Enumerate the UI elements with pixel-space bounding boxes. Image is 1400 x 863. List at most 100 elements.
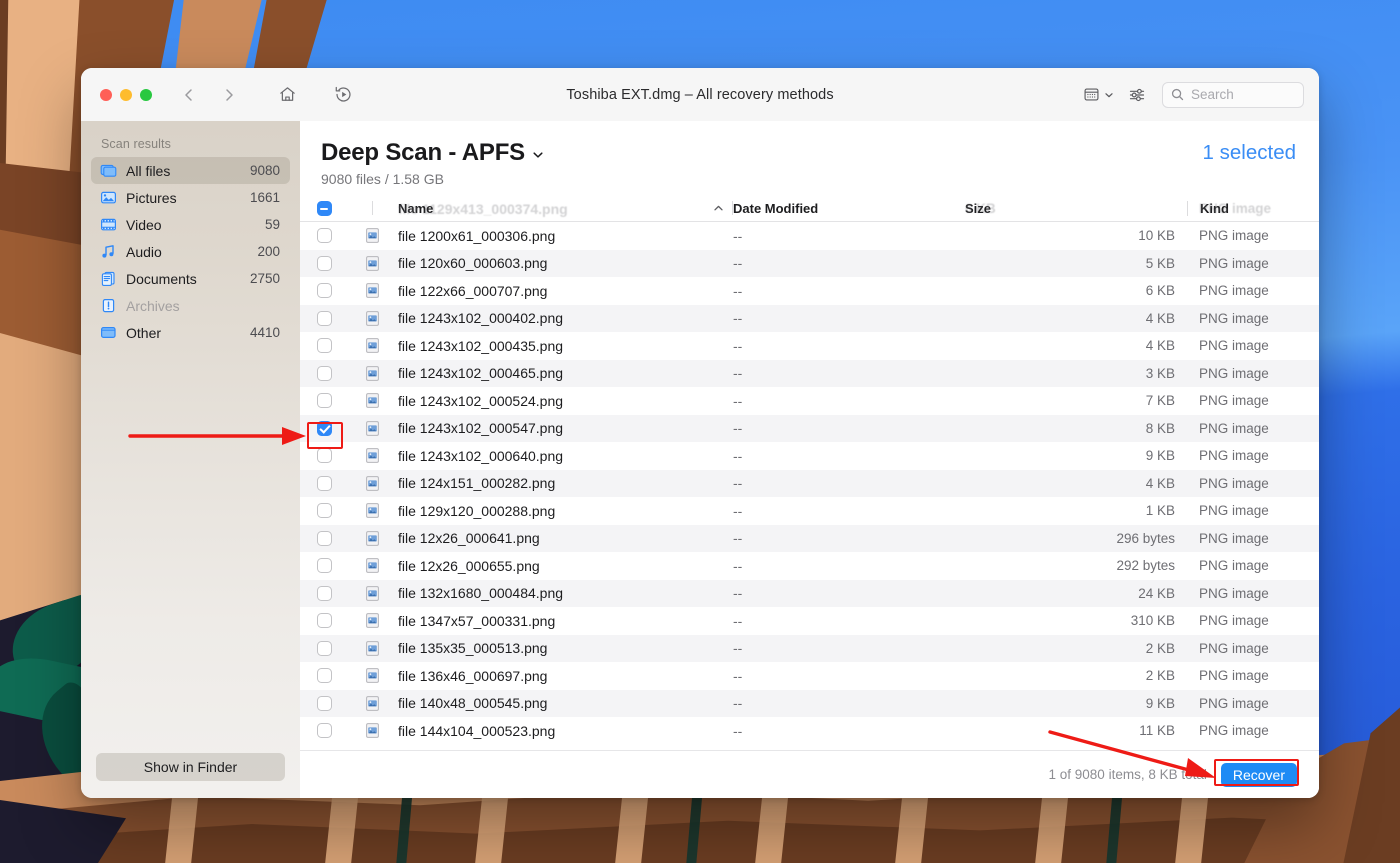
checkbox-unchecked-icon — [316, 283, 332, 299]
row-checkbox[interactable] — [300, 503, 348, 519]
sidebar-item-label: Audio — [126, 243, 162, 260]
row-checkbox[interactable] — [300, 338, 348, 354]
sidebar-item-video[interactable]: Video 59 — [91, 211, 290, 238]
row-checkbox[interactable] — [300, 310, 348, 326]
column-header-name[interactable]: Name — [396, 201, 733, 216]
png-file-icon — [348, 723, 396, 739]
table-row[interactable]: file 1200x61_000306.png -- 10 KB PNG image — [300, 222, 1319, 250]
sidebar-item-documents[interactable]: Documents 2750 — [91, 265, 290, 292]
table-row[interactable]: file 1243x102_000524.png -- 7 KB PNG image — [300, 387, 1319, 415]
sidebar-item-count: 59 — [264, 217, 280, 232]
table-row[interactable]: file 12x26_000641.png -- 296 bytes PNG imag… — [300, 524, 1319, 552]
row-size: 8 KB — [1145, 420, 1175, 436]
row-checkbox[interactable] — [300, 530, 348, 546]
table-row[interactable]: file 136x46_000697.png -- 2 KB PNG image — [300, 662, 1319, 690]
row-file-name: file 135x35_000513.png — [398, 640, 548, 657]
table-row[interactable]: file 1243x102_000435.png -- 4 KB PNG image — [300, 332, 1319, 360]
row-checkbox[interactable] — [300, 393, 348, 409]
recover-button[interactable]: Recover — [1220, 762, 1297, 787]
close-button[interactable] — [100, 88, 112, 101]
row-date-modified: -- — [733, 310, 743, 327]
row-checkbox[interactable] — [300, 668, 348, 684]
zoom-button[interactable] — [140, 88, 152, 101]
sidebar-item-audio[interactable]: Audio 200 — [91, 238, 290, 265]
table-row[interactable]: file 1243x102_000640.png -- 9 KB PNG image — [300, 442, 1319, 470]
chevron-down-icon — [1105, 92, 1113, 97]
scan-title-row[interactable]: Deep Scan - APFS — [321, 139, 544, 167]
column-header-size[interactable]: Size — [955, 201, 1187, 216]
filter-sliders-icon[interactable] — [1120, 86, 1154, 104]
row-kind: PNG image — [1199, 393, 1269, 409]
row-checkbox[interactable] — [300, 365, 348, 381]
table-row[interactable]: file 120x60_000603.png -- 5 KB PNG image — [300, 249, 1319, 277]
table-row[interactable]: file 1243x102_000465.png -- 3 KB PNG image — [300, 359, 1319, 387]
table-row[interactable]: file 124x151_000282.png -- 4 KB PNG image — [300, 469, 1319, 497]
minimize-button[interactable] — [120, 88, 132, 101]
sidebar-item-label: Archives — [126, 297, 180, 314]
row-checkbox[interactable] — [300, 640, 348, 656]
table-row[interactable]: file 12x26_000655.png -- 292 bytes PNG imag… — [300, 552, 1319, 580]
row-checkbox[interactable] — [300, 420, 348, 436]
checkbox-unchecked-icon — [316, 640, 332, 656]
table-row[interactable]: file 144x104_000523.png -- 11 KB PNG image — [300, 717, 1319, 745]
table-row[interactable]: file 1243x102_000547.png -- 8 KB PNG image — [300, 414, 1319, 442]
main-header: Deep Scan - APFS 9080 files / 1.58 GB 1 … — [300, 121, 1319, 195]
back-icon[interactable] — [174, 80, 204, 110]
row-size: 1 KB — [1145, 503, 1175, 519]
table-row[interactable]: file 122x66_000707.png -- 6 KB PNG image — [300, 277, 1319, 305]
row-size: 6 KB — [1145, 283, 1175, 299]
forward-icon[interactable] — [214, 80, 244, 110]
png-file-icon — [348, 640, 396, 656]
table-row[interactable]: file 1243x102_000402.png -- 4 KB PNG image — [300, 304, 1319, 332]
table-row[interactable]: file 132x1680_000484.png -- 24 KB PNG image — [300, 579, 1319, 607]
table-row[interactable]: file 1347x57_000331.png -- 310 KB PNG image — [300, 607, 1319, 635]
sidebar-item-archives[interactable]: Archives — [91, 292, 290, 319]
column-header-date[interactable]: Date Modified — [733, 201, 955, 216]
row-size: 292 bytes — [1116, 558, 1175, 574]
row-kind: PNG image — [1199, 365, 1269, 381]
sidebar-item-pictures[interactable]: Pictures 1661 — [91, 184, 290, 211]
table-row[interactable]: file 129x120_000288.png -- 1 KB PNG image — [300, 497, 1319, 525]
archives-icon — [100, 297, 117, 314]
row-checkbox[interactable] — [300, 228, 348, 244]
sidebar-item-all-files[interactable]: All files 9080 — [91, 157, 290, 184]
row-size: 4 KB — [1145, 310, 1175, 326]
row-kind: PNG image — [1199, 283, 1269, 299]
home-icon[interactable] — [272, 80, 302, 110]
table-row[interactable]: file 140x48_000545.png -- 9 KB PNG image — [300, 689, 1319, 717]
row-checkbox[interactable] — [300, 613, 348, 629]
row-checkbox[interactable] — [300, 585, 348, 601]
checkbox-unchecked-icon — [316, 310, 332, 326]
row-file-name: file 12x26_000655.png — [398, 557, 540, 574]
png-file-icon — [348, 475, 396, 491]
show-in-finder-button[interactable]: Show in Finder — [96, 753, 285, 781]
window-body: Scan results All files 9080 Pictures 1661 Vi… — [81, 121, 1319, 798]
row-checkbox[interactable] — [300, 283, 348, 299]
row-file-name: file 1243x102_000640.png — [398, 447, 564, 464]
row-checkbox[interactable] — [300, 695, 348, 711]
png-file-icon — [348, 420, 396, 436]
row-checkbox[interactable] — [300, 255, 348, 271]
chevron-down-icon[interactable] — [532, 149, 544, 161]
row-checkbox[interactable] — [300, 558, 348, 574]
select-all-checkbox[interactable] — [300, 200, 348, 216]
row-kind: PNG image — [1199, 530, 1269, 546]
sidebar-item-count: 4410 — [249, 325, 280, 340]
png-file-icon — [348, 530, 396, 546]
column-header-kind[interactable]: Kind — [1187, 200, 1319, 216]
restore-icon[interactable] — [328, 80, 358, 110]
list-view-icon[interactable] — [1079, 86, 1118, 103]
checkbox-unchecked-icon — [316, 695, 332, 711]
row-date-modified: -- — [733, 447, 743, 464]
row-checkbox[interactable] — [300, 448, 348, 464]
row-checkbox[interactable] — [300, 723, 348, 739]
sidebar-item-other[interactable]: Other 4410 — [91, 319, 290, 346]
row-checkbox[interactable] — [300, 475, 348, 491]
row-kind: PNG image — [1199, 585, 1269, 601]
traffic-light-buttons[interactable] — [100, 88, 152, 101]
row-size: 9 KB — [1145, 448, 1175, 464]
table-row[interactable]: file 135x35_000513.png -- 2 KB PNG image — [300, 634, 1319, 662]
search-input[interactable]: Search — [1162, 81, 1304, 108]
row-file-name: file 120x60_000603.png — [398, 255, 548, 272]
sidebar-item-label: Video — [126, 216, 162, 233]
